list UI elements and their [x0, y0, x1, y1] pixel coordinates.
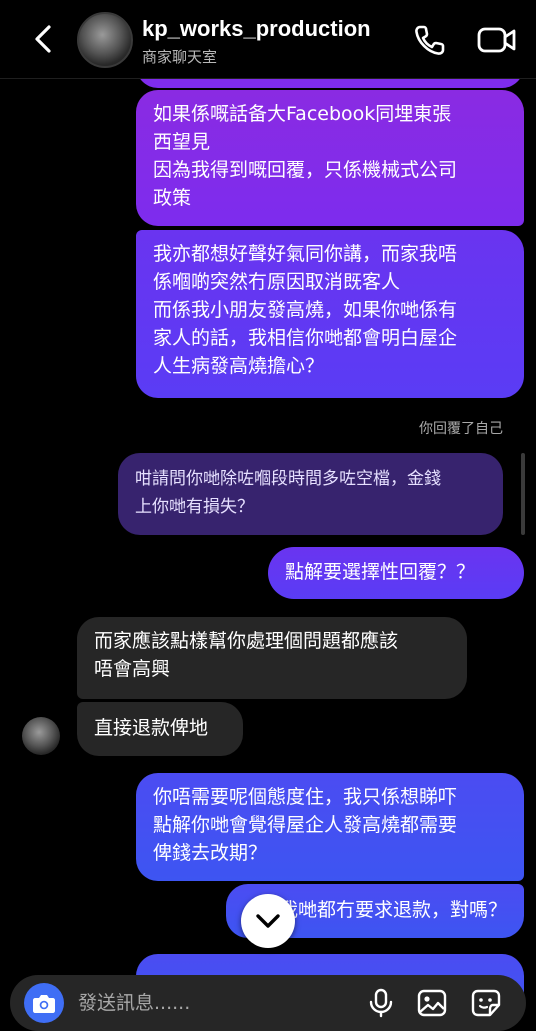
contact-subtitle: 商家聊天室 [142, 48, 218, 66]
camera-icon [33, 995, 55, 1013]
message-input[interactable] [76, 989, 350, 1017]
microphone-icon[interactable] [368, 988, 394, 1018]
reply-note: 你回覆了自己 [419, 421, 503, 437]
gallery-icon[interactable] [416, 988, 448, 1018]
message-bubble-sent[interactable]: 如果係嘅話备大Facebook同埋東張 西望見 因為我得到嘅回覆，只係機械式公司… [136, 90, 524, 226]
message-bubble-received[interactable]: 而家應該點樣幫你處理個問題都應該 唔會高興 [77, 617, 467, 699]
scroll-to-bottom-button[interactable] [241, 894, 295, 948]
reply-indicator-bar [521, 453, 525, 535]
video-call-icon[interactable] [476, 22, 518, 58]
message-composer [10, 975, 526, 1031]
sender-avatar[interactable] [22, 717, 60, 755]
chat-header: kp_works_production 商家聊天室 [0, 0, 536, 79]
message-bubble-sent[interactable]: 點解要選擇性回覆？？ [268, 547, 524, 599]
camera-button[interactable] [24, 983, 64, 1023]
message-bubble-sent[interactable]: 你唔需要呢個態度住，我只係想睇吓 點解你哋會覺得屋企人發高燒都需要 俾錢去改期？ [136, 773, 524, 881]
back-arrow-icon[interactable] [28, 22, 62, 56]
phone-call-icon[interactable] [412, 22, 448, 58]
profile-avatar[interactable] [77, 12, 133, 68]
sticker-icon[interactable] [470, 988, 502, 1018]
contact-name[interactable]: kp_works_production [142, 16, 371, 42]
quoted-message[interactable]: 咁請問你哋除咗嗰段時間多咗空檔，金錢 上你哋有損失？ [118, 453, 503, 535]
chevron-down-icon [256, 914, 280, 928]
message-bubble-received[interactable]: 直接退款俾地 [77, 702, 243, 756]
message-bubble-sent[interactable]: 我亦都想好聲好氣同你講，而家我唔 係嗰啲突然冇原因取消既客人 而係我小朋友發高燒… [136, 230, 524, 398]
